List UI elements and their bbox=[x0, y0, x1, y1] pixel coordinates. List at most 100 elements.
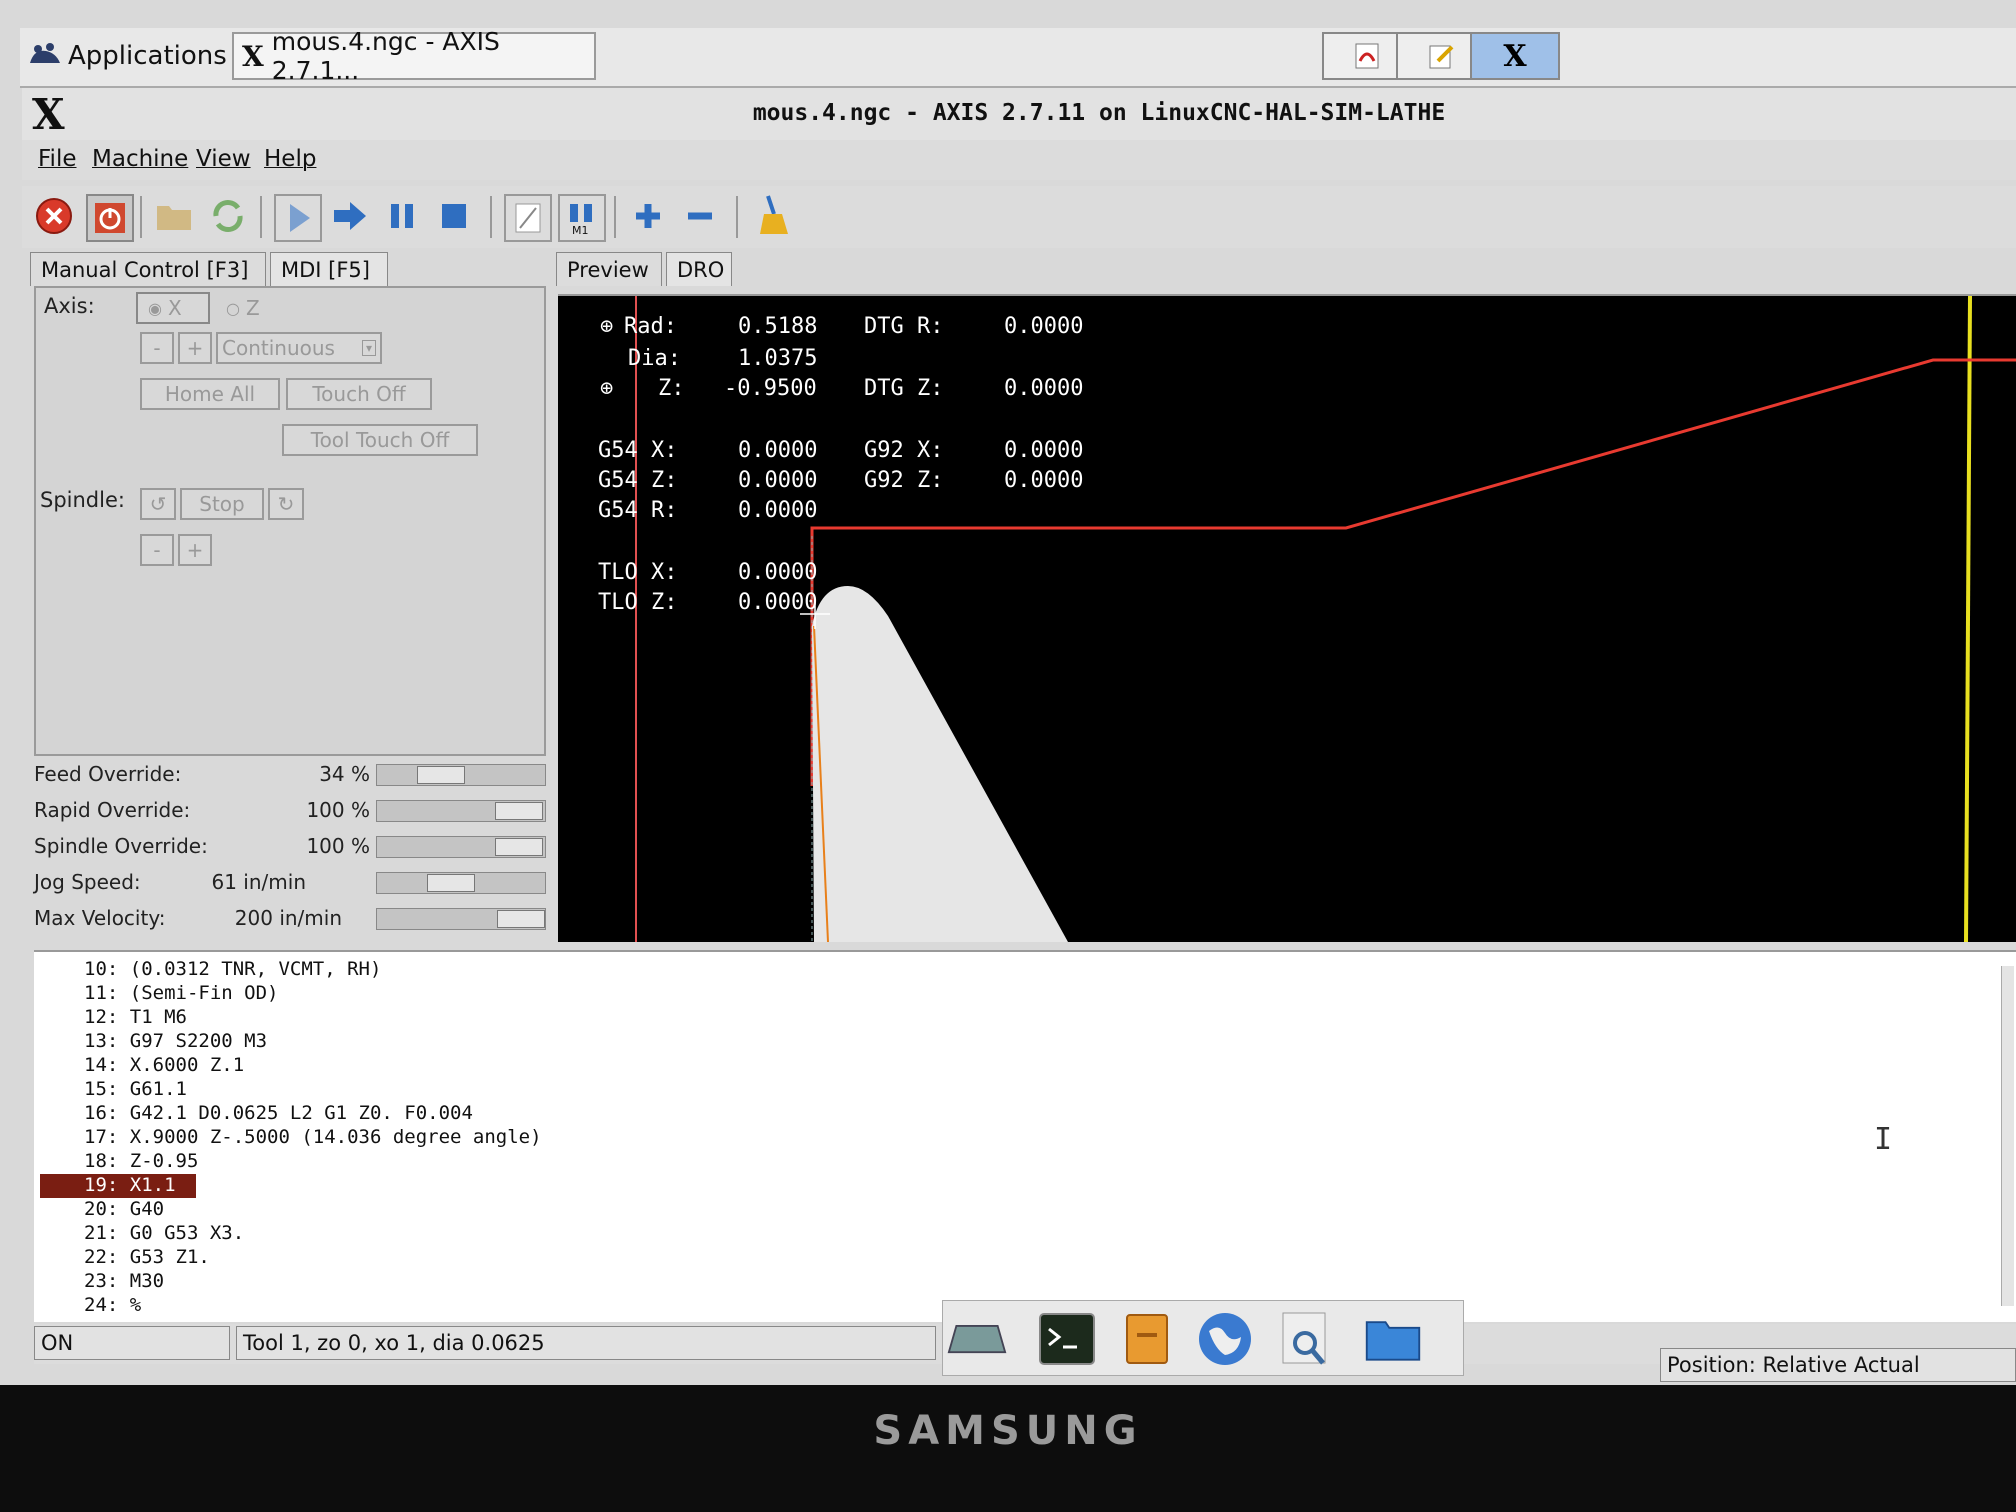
menu-machine[interactable]: Machine bbox=[92, 146, 188, 172]
gcode-line[interactable]: 22: G53 Z1. bbox=[84, 1246, 210, 1270]
power-button[interactable] bbox=[86, 194, 134, 242]
home-all-button[interactable]: Home All bbox=[140, 378, 280, 410]
slider-thumb[interactable] bbox=[495, 802, 543, 820]
gcode-line[interactable]: 23: M30 bbox=[84, 1270, 164, 1294]
spindle-stop-button[interactable]: Stop bbox=[180, 488, 264, 520]
gcode-line[interactable]: 24: % bbox=[84, 1294, 141, 1318]
jog-speed-slider[interactable] bbox=[376, 872, 546, 894]
gcode-line[interactable]: 14: X.6000 Z.1 bbox=[84, 1054, 244, 1078]
gcode-line[interactable]: 20: G40 bbox=[84, 1198, 164, 1222]
gcode-current-line[interactable]: 19: X1.1 bbox=[40, 1174, 196, 1198]
gcode-listing[interactable]: 10: (0.0312 TNR, VCMT, RH) 11: (Semi-Fin… bbox=[34, 950, 2016, 1322]
feed-override-slider[interactable] bbox=[376, 764, 546, 786]
slider-thumb[interactable] bbox=[497, 910, 545, 928]
dock-files-button[interactable] bbox=[1117, 1309, 1177, 1369]
rapid-override-slider[interactable] bbox=[376, 800, 546, 822]
clear-backplot-button[interactable] bbox=[752, 194, 796, 238]
dro-rad-value: 0.5188 bbox=[738, 314, 818, 339]
plus-icon bbox=[636, 204, 660, 228]
pause-button[interactable] bbox=[380, 194, 424, 238]
feed-override-row: Feed Override: 34 % bbox=[34, 760, 554, 790]
axis-z-radio[interactable]: ○ Z bbox=[226, 292, 286, 324]
magnifier-icon bbox=[1282, 1312, 1326, 1365]
axis-x-radio[interactable]: ◉ X bbox=[136, 292, 210, 324]
gcode-line[interactable]: 18: Z-0.95 bbox=[84, 1150, 198, 1174]
jog-plus-button[interactable]: + bbox=[178, 332, 212, 364]
rapid-override-value: 100 % bbox=[306, 798, 370, 822]
gcode-line[interactable]: 12: T1 M6 bbox=[84, 1006, 187, 1030]
dro-g92x-value: 0.0000 bbox=[1004, 438, 1084, 463]
axis-label: Axis: bbox=[44, 294, 95, 318]
window-title: mous.4.ngc - AXIS 2.7.11 on LinuxCNC-HAL… bbox=[752, 100, 1446, 126]
tab-manual-control[interactable]: Manual Control [F3] bbox=[30, 252, 266, 286]
spindle-slower-button[interactable]: - bbox=[140, 534, 174, 566]
run-button[interactable] bbox=[274, 194, 322, 242]
tool-touch-off-button[interactable]: Tool Touch Off bbox=[282, 424, 478, 456]
toolbar-separator bbox=[736, 196, 738, 238]
open-file-button[interactable] bbox=[152, 194, 196, 238]
launcher-x-button[interactable]: X bbox=[1470, 32, 1560, 80]
slider-thumb[interactable] bbox=[427, 874, 475, 892]
gcode-line[interactable]: 21: G0 G53 X3. bbox=[84, 1222, 244, 1246]
dro-g54r-label: G54 R: bbox=[598, 498, 678, 523]
spindle-faster-button[interactable]: + bbox=[178, 534, 212, 566]
dro-dtg-r-value: 0.0000 bbox=[1004, 314, 1084, 339]
jog-speed-value: 61 in/min bbox=[211, 870, 307, 894]
spindle-reverse-button[interactable]: ↺ bbox=[140, 488, 176, 520]
power-icon bbox=[95, 203, 125, 233]
radio-unselected-icon: ○ bbox=[226, 298, 240, 318]
dock-search-button[interactable] bbox=[1277, 1309, 1337, 1369]
estop-button[interactable] bbox=[32, 194, 76, 238]
dock-folder-button[interactable] bbox=[1363, 1309, 1423, 1369]
block-delete-icon bbox=[515, 203, 541, 233]
menu-help[interactable]: Help bbox=[264, 146, 316, 172]
tab-dro[interactable]: DRO bbox=[666, 252, 732, 286]
dock-desktop-button[interactable] bbox=[947, 1309, 1007, 1369]
step-button[interactable] bbox=[328, 194, 372, 238]
stop-button[interactable] bbox=[432, 194, 476, 238]
max-velocity-slider[interactable] bbox=[376, 908, 546, 930]
zoom-out-button[interactable] bbox=[678, 194, 722, 238]
tab-preview[interactable]: Preview bbox=[556, 252, 662, 286]
reload-icon bbox=[213, 200, 243, 232]
taskbar-window-button[interactable]: X mous.4.ngc - AXIS 2.7.1... bbox=[232, 27, 596, 85]
zoom-in-button[interactable] bbox=[626, 194, 670, 238]
gcode-line[interactable]: 15: G61.1 bbox=[84, 1078, 187, 1102]
dro-dia-label: Dia: bbox=[628, 346, 681, 371]
pause-icon bbox=[391, 204, 413, 228]
dro-tloz-value: 0.0000 bbox=[738, 590, 818, 615]
editor-icon bbox=[1429, 45, 1454, 69]
optional-stop-button[interactable]: M1 bbox=[558, 194, 606, 242]
gcode-line[interactable]: 10: (0.0312 TNR, VCMT, RH) bbox=[84, 958, 381, 982]
axis-z-label: Z bbox=[245, 296, 260, 320]
minus-icon bbox=[688, 212, 712, 220]
spindle-forward-button[interactable]: ↻ bbox=[268, 488, 304, 520]
spindle-label: Spindle: bbox=[40, 488, 125, 512]
touch-off-button[interactable]: Touch Off bbox=[286, 378, 432, 410]
applications-menu[interactable]: Applications bbox=[28, 36, 227, 76]
jog-minus-button[interactable]: - bbox=[140, 332, 174, 364]
dock-terminal-button[interactable] bbox=[1037, 1309, 1097, 1369]
rapid-override-label: Rapid Override: bbox=[34, 798, 191, 822]
dock-browser-button[interactable] bbox=[1195, 1309, 1255, 1369]
block-delete-button[interactable] bbox=[504, 194, 552, 242]
toolpath-preview[interactable]: ⊕ Rad: 0.5188 DTG R: 0.0000 Dia: 1.0375 … bbox=[558, 294, 2016, 942]
gcode-line[interactable]: 16: G42.1 D0.0625 L2 G1 Z0. F0.004 bbox=[84, 1102, 473, 1126]
tab-mdi[interactable]: MDI [F5] bbox=[270, 252, 388, 286]
gcode-scrollbar[interactable] bbox=[2001, 966, 2014, 1306]
menu-view[interactable]: View bbox=[196, 146, 251, 172]
gcode-line[interactable]: 11: (Semi-Fin OD) bbox=[84, 982, 278, 1006]
slider-thumb[interactable] bbox=[417, 766, 465, 784]
slider-thumb[interactable] bbox=[495, 838, 543, 856]
jog-speed-label: Jog Speed: bbox=[34, 870, 141, 894]
dro-tlox-value: 0.0000 bbox=[738, 560, 818, 585]
menu-file[interactable]: File bbox=[38, 146, 77, 172]
estop-icon bbox=[36, 198, 72, 234]
gcode-line[interactable]: 13: G97 S2200 M3 bbox=[84, 1030, 267, 1054]
dro-g54x-label: G54 X: bbox=[598, 438, 678, 463]
reload-button[interactable] bbox=[206, 194, 250, 238]
dro-z-label: Z: bbox=[658, 376, 685, 401]
jog-increment-select[interactable]: Continuous ▾ bbox=[216, 332, 382, 364]
spindle-override-slider[interactable] bbox=[376, 836, 546, 858]
gcode-line[interactable]: 17: X.9000 Z-.5000 (14.036 degree angle) bbox=[84, 1126, 542, 1150]
